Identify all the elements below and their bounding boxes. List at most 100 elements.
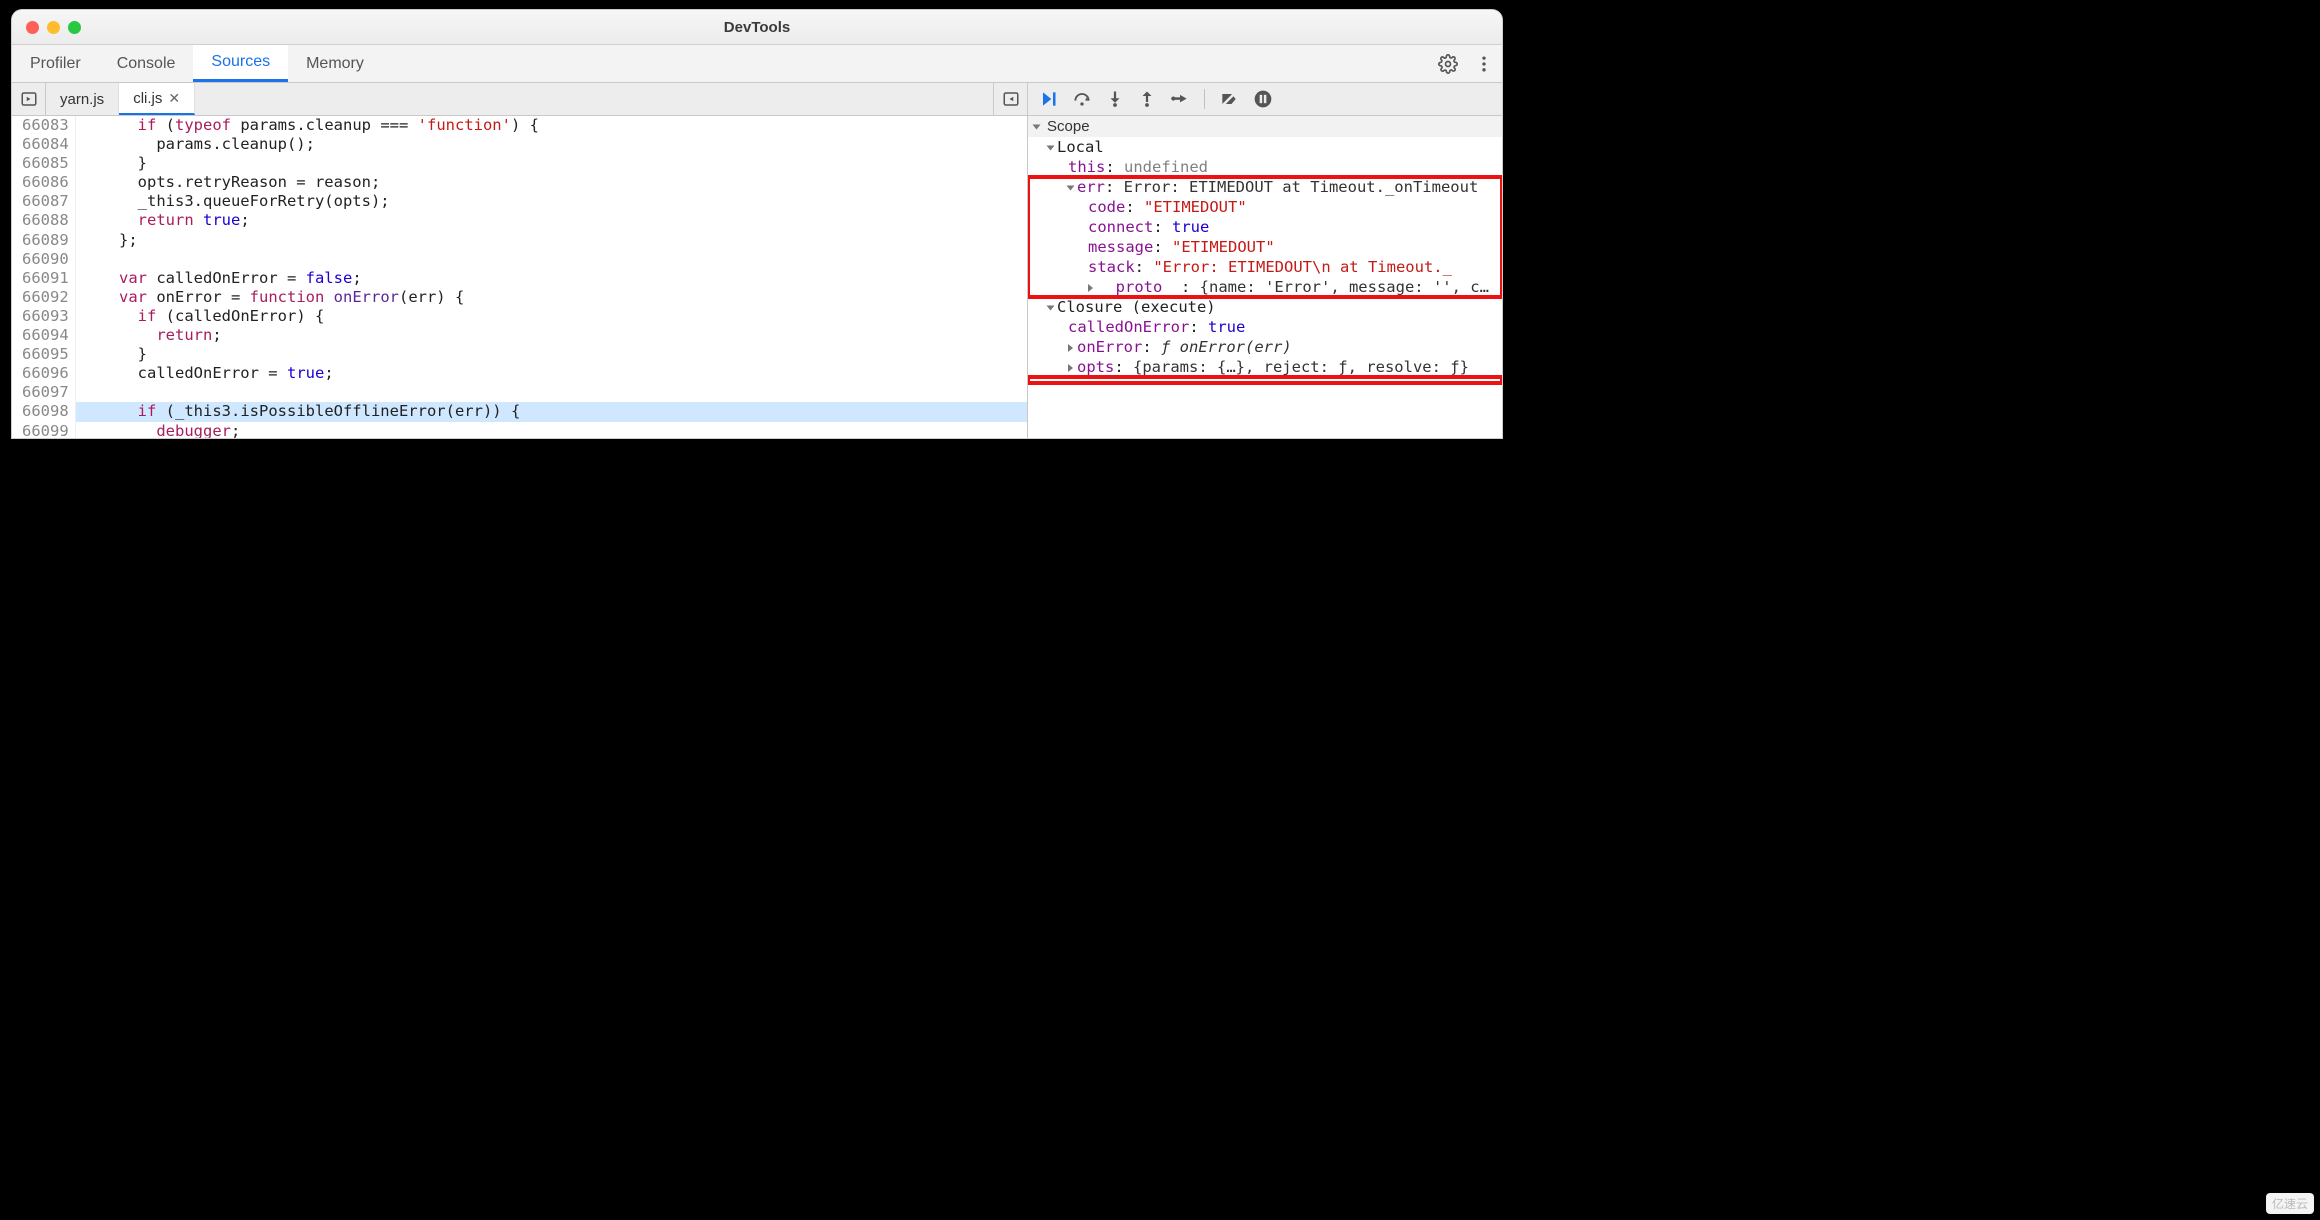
file-tab-label: yarn.js [60, 91, 104, 108]
debugger-toolbar [1027, 83, 1502, 116]
scope-header[interactable]: Scope [1028, 116, 1502, 137]
line-number: 66085 [22, 154, 69, 173]
step-over-button[interactable] [1072, 89, 1092, 109]
step-out-icon [1138, 89, 1156, 109]
code-line[interactable]: return; [76, 326, 1027, 345]
close-icon[interactable]: ✕ [168, 90, 180, 107]
resume-icon [1038, 89, 1058, 109]
scope-opts[interactable]: opts: {params: {…}, reject: ƒ, resolve: … [1028, 357, 1502, 377]
scope-closure-label: Closure (execute) [1057, 298, 1216, 316]
code-editor[interactable]: 6608366084660856608666087660886608966090… [12, 116, 1027, 438]
navigator-toggle[interactable] [12, 83, 46, 115]
line-number: 66086 [22, 173, 69, 192]
code-line[interactable]: }; [76, 231, 1027, 250]
file-tabs: yarn.js cli.js ✕ [12, 83, 1027, 116]
tab-console[interactable]: Console [99, 45, 194, 82]
pause-on-exceptions-button[interactable] [1253, 89, 1273, 109]
line-number: 66083 [22, 116, 69, 135]
resume-button[interactable] [1038, 89, 1058, 109]
prop-value: true [1208, 318, 1245, 336]
line-number: 66091 [22, 269, 69, 288]
step-out-button[interactable] [1138, 89, 1156, 109]
tab-memory[interactable]: Memory [288, 45, 382, 82]
scope-closure[interactable]: Closure (execute) [1028, 297, 1502, 317]
tab-sources[interactable]: Sources [193, 45, 288, 82]
line-number: 66098 [22, 402, 69, 421]
panel-tabs: Profiler Console Sources Memory [12, 45, 1502, 83]
step-over-icon [1072, 89, 1092, 109]
code-line[interactable]: params.cleanup(); [76, 135, 1027, 154]
step-into-icon [1106, 89, 1124, 109]
prop-name: this [1068, 158, 1105, 176]
code-line[interactable]: if (_this3.isPossibleOfflineError(err)) … [76, 402, 1027, 421]
line-number: 66089 [22, 231, 69, 250]
scope-err-connect[interactable]: connect: true [1028, 217, 1502, 237]
gear-icon [1438, 54, 1458, 74]
panel-toggle-icon [20, 90, 38, 108]
scope-local[interactable]: Local [1028, 137, 1502, 157]
code-line[interactable] [76, 250, 1027, 269]
prop-value: true [1172, 218, 1209, 236]
code-line[interactable]: calledOnError = true; [76, 364, 1027, 383]
line-number: 66087 [22, 192, 69, 211]
step-into-button[interactable] [1106, 89, 1124, 109]
scope-err[interactable]: err: Error: ETIMEDOUT at Timeout._onTime… [1028, 177, 1502, 197]
debugger-sidepanel: Scope Local this: undefined err: Error: … [1027, 116, 1502, 438]
scope-err-code[interactable]: code: "ETIMEDOUT" [1028, 197, 1502, 217]
code-line[interactable]: if (calledOnError) { [76, 307, 1027, 326]
scope-err-proto[interactable]: __proto__: {name: 'Error', message: '', … [1028, 277, 1502, 297]
line-gutter: 6608366084660856608666087660886608966090… [12, 116, 76, 438]
prop-name: opts [1077, 358, 1114, 376]
prop-value: "ETIMEDOUT" [1144, 198, 1247, 216]
code-line[interactable]: return true; [76, 211, 1027, 230]
prop-value: ƒ onError(err) [1161, 338, 1292, 356]
prop-name: calledOnError [1068, 318, 1189, 336]
code-line[interactable]: _this3.queueForRetry(opts); [76, 192, 1027, 211]
debugger-toggle[interactable] [993, 83, 1027, 115]
code-line[interactable]: var onError = function onError(err) { [76, 288, 1027, 307]
scope-err-stack[interactable]: stack: "Error: ETIMEDOUT\n at Timeout._ [1028, 257, 1502, 277]
file-tab-label: cli.js [133, 90, 162, 107]
sources-body: 6608366084660856608666087660886608966090… [12, 116, 1502, 438]
code-area[interactable]: if (typeof params.cleanup === 'function'… [76, 116, 1027, 438]
prop-name: code [1088, 198, 1125, 216]
deactivate-breakpoints-button[interactable] [1219, 89, 1239, 109]
watermark: 亿速云 [2266, 1193, 2314, 1214]
panel-toggle-right-icon [1002, 90, 1020, 108]
code-line[interactable] [76, 383, 1027, 402]
tab-profiler[interactable]: Profiler [12, 45, 99, 82]
scope-err-message[interactable]: message: "ETIMEDOUT" [1028, 237, 1502, 257]
step-button[interactable] [1170, 89, 1190, 109]
line-number: 66099 [22, 422, 69, 439]
code-line[interactable]: } [76, 345, 1027, 364]
prop-name: err [1077, 178, 1105, 196]
line-number: 66090 [22, 250, 69, 269]
line-number: 66097 [22, 383, 69, 402]
scope-this[interactable]: this: undefined [1028, 157, 1502, 177]
scope-calledOnError[interactable]: calledOnError: true [1028, 317, 1502, 337]
file-tab-cli[interactable]: cli.js ✕ [119, 83, 195, 115]
line-number: 66084 [22, 135, 69, 154]
disclosure-triangle-icon [1033, 124, 1041, 129]
prop-name: connect [1088, 218, 1153, 236]
disclosure-triangle-icon [1088, 284, 1093, 292]
prop-name: stack [1088, 258, 1135, 276]
breakpoint-toggle-icon [1219, 89, 1239, 109]
disclosure-triangle-icon [1047, 305, 1055, 310]
code-line[interactable]: } [76, 154, 1027, 173]
more-button[interactable] [1466, 45, 1502, 82]
line-number: 66094 [22, 326, 69, 345]
prop-name: __proto__ [1097, 278, 1181, 296]
file-tab-yarn[interactable]: yarn.js [46, 83, 119, 115]
code-line[interactable]: if (typeof params.cleanup === 'function'… [76, 116, 1027, 135]
scope-pane[interactable]: Scope Local this: undefined err: Error: … [1028, 116, 1502, 438]
code-line[interactable]: debugger; [76, 422, 1027, 439]
prop-value: {params: {…}, reject: ƒ, resolve: ƒ} [1133, 358, 1469, 376]
scope-onError[interactable]: onError: ƒ onError(err) [1028, 337, 1502, 357]
code-line[interactable]: var calledOnError = false; [76, 269, 1027, 288]
prop-value: "ETIMEDOUT" [1172, 238, 1275, 256]
settings-button[interactable] [1430, 45, 1466, 82]
code-line[interactable]: opts.retryReason = reason; [76, 173, 1027, 192]
prop-value: undefined [1124, 158, 1208, 176]
line-number: 66092 [22, 288, 69, 307]
